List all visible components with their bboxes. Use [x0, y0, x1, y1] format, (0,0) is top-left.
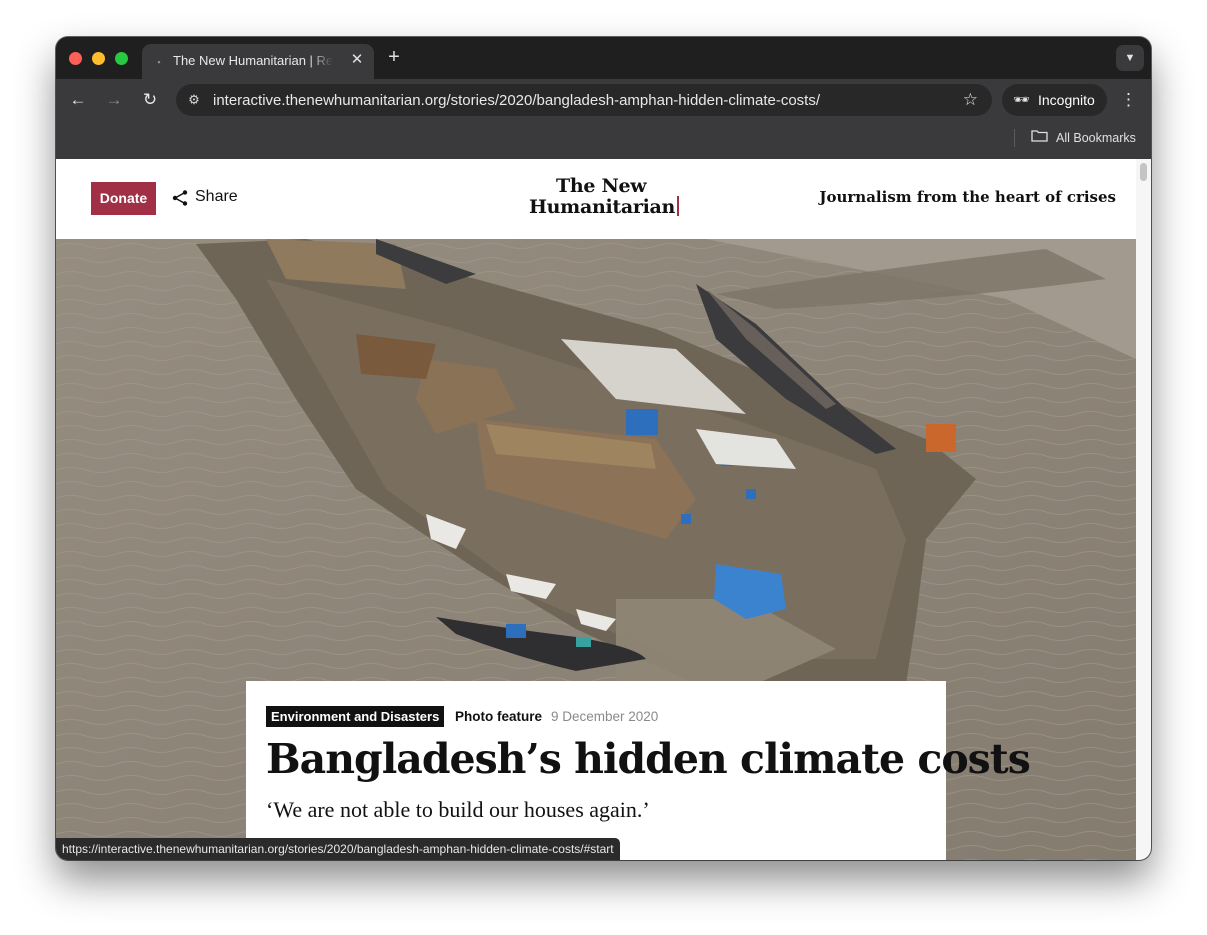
kebab-icon[interactable]: ⋮	[1120, 89, 1137, 111]
tab-strip: ▪ The New Humanitarian | Reporting from …	[56, 37, 1151, 79]
category-tag[interactable]: Environment and Disasters	[266, 706, 445, 727]
tab-title: The New Humanitarian | Reporting from th…	[173, 53, 333, 68]
logo-line-2: Humanitarian	[529, 196, 676, 218]
web-page: Donate Share The New Humanitarian Journa…	[56, 159, 1136, 860]
article-card: Environment and Disasters Photo feature …	[246, 681, 1031, 860]
logo-line-1: The New	[556, 175, 647, 197]
close-window-button[interactable]	[69, 52, 82, 65]
site-header: Donate Share The New Humanitarian Journa…	[56, 159, 1136, 239]
arrow-left-icon[interactable]: ←	[67, 89, 89, 111]
article-headline: Bangladesh’s hidden climate costs	[266, 735, 1031, 783]
zoom-window-button[interactable]	[115, 52, 128, 65]
browser-window: ▪ The New Humanitarian | Reporting from …	[56, 37, 1151, 860]
arrow-right-icon[interactable]: →	[103, 89, 125, 111]
toolbar: ← → ↻ ⚙ interactive.thenewhumanitarian.o…	[56, 79, 1151, 121]
article-type-label[interactable]: Photo feature	[455, 709, 542, 724]
page-scrollbar[interactable]	[1136, 159, 1151, 860]
incognito-chip[interactable]: 🕶 Incognito	[1002, 84, 1107, 116]
scrollbar-thumb[interactable]	[1140, 163, 1147, 181]
tnh-favicon-icon: ▪	[157, 57, 161, 67]
link-status-bar: https://interactive.thenewhumanitarian.o…	[56, 838, 620, 860]
share-label: Share	[195, 188, 238, 205]
incognito-label: Incognito	[1038, 92, 1095, 108]
star-icon[interactable]: ☆	[963, 89, 978, 111]
chevron-down-icon[interactable]: ▼	[1116, 45, 1144, 71]
bookmarks-bar: All Bookmarks	[56, 121, 1151, 159]
tune-icon[interactable]: ⚙	[184, 90, 204, 110]
address-bar[interactable]: ⚙ interactive.thenewhumanitarian.org/sto…	[176, 84, 992, 116]
site-logo[interactable]: The New Humanitarian	[529, 175, 680, 218]
logo-accent-bar	[677, 196, 680, 216]
article-date: 9 December 2020	[551, 709, 659, 724]
url-text[interactable]: interactive.thenewhumanitarian.org/stori…	[213, 92, 820, 109]
reload-icon[interactable]: ↻	[139, 89, 161, 111]
folder-icon	[1031, 130, 1048, 142]
close-icon[interactable]: ✕	[349, 52, 365, 68]
article-subtitle: ‘We are not able to build our houses aga…	[266, 797, 650, 822]
site-tagline: Journalism from the heart of crises	[819, 188, 1116, 206]
share-icon	[172, 190, 188, 206]
tab-active[interactable]: ▪ The New Humanitarian | Reporting from …	[142, 44, 374, 79]
donate-button[interactable]: Donate	[91, 182, 156, 215]
all-bookmarks-link[interactable]: All Bookmarks	[1056, 131, 1136, 145]
bookmarks-divider	[1014, 129, 1015, 147]
incognito-icon: 🕶	[1013, 92, 1030, 107]
minimize-window-button[interactable]	[92, 52, 105, 65]
plus-icon[interactable]: +	[384, 47, 404, 67]
hero-photo: Environment and Disasters Photo feature …	[56, 239, 1136, 860]
